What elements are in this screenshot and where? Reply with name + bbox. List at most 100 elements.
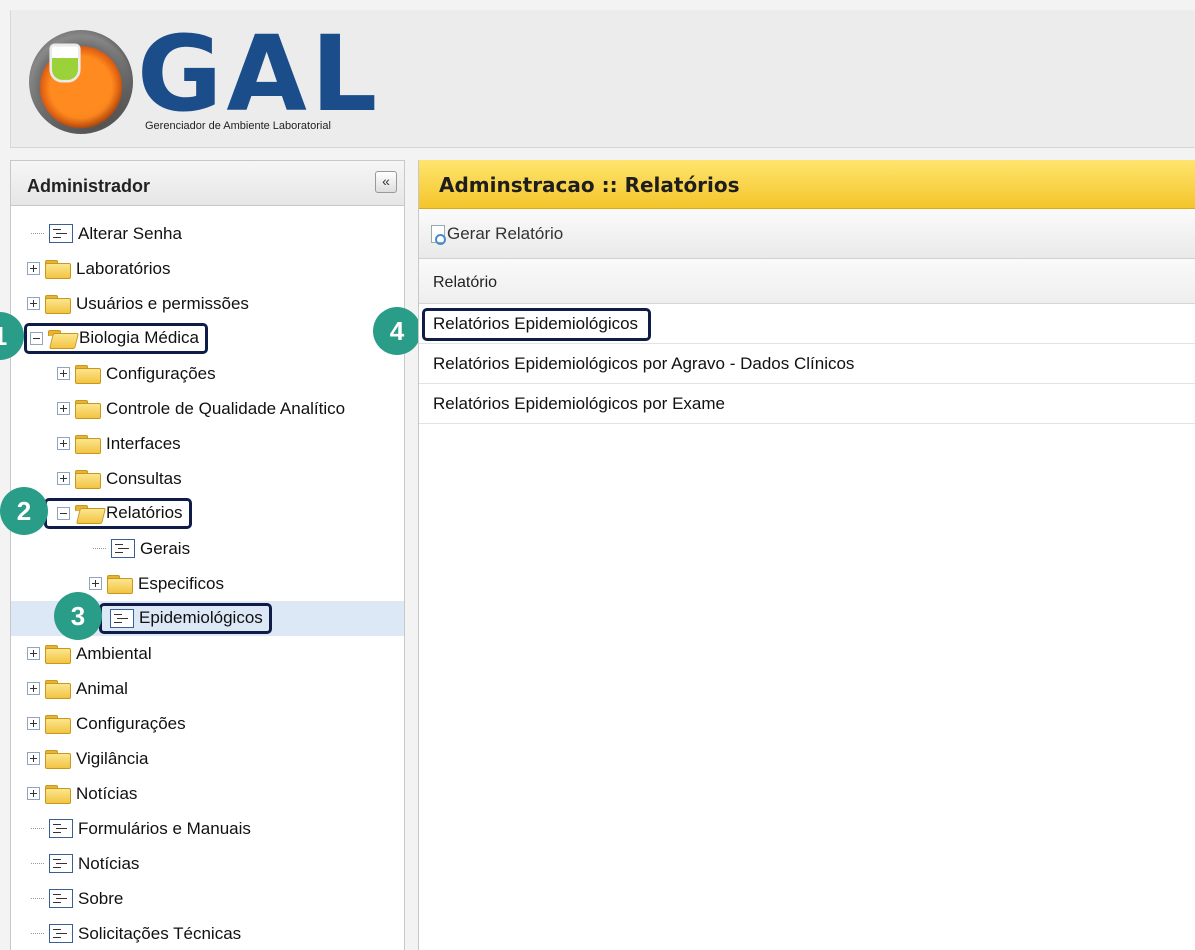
sidebar-title: Administrador [27,176,151,196]
tree-item-label: Especificos [138,573,224,593]
folder-icon [75,399,101,419]
tree-connector [31,828,44,829]
tree-item-label: Vigilância [76,748,149,768]
table-cell: Relatórios Epidemiológicos por Exame [433,394,725,413]
folder-icon [75,434,101,454]
tree-item-label: Controle de Qualidade Analítico [106,398,346,418]
gerar-relatorio-label: Gerar Relatório [447,224,564,243]
tree-item-label: Solicitações Técnicas [78,923,242,943]
expand-icon[interactable] [57,402,70,415]
sidebar-header: Administrador « [11,161,404,206]
folder-icon [45,784,71,804]
highlight-box: Biologia Médica [24,323,209,354]
tree-item-label: Gerais [140,538,191,558]
expand-icon[interactable] [57,367,70,380]
collapse-sidebar-button[interactable]: « [375,171,397,193]
step-badge-3: 3 [54,592,102,640]
logo-text: GAL [137,13,382,135]
tree-item-label: Ambiental [76,643,152,663]
table-row[interactable]: Relatórios Epidemiológicos por Agravo - … [419,344,1195,384]
logo-subtitle: Gerenciador de Ambiente Laboratorial [145,120,331,132]
tree-item-consultas[interactable]: Consultas [11,461,404,496]
tree-item-label: Interfaces [106,433,181,453]
expand-icon[interactable] [57,472,70,485]
folder-open-icon [48,329,74,348]
step-badge-4: 4 [373,307,421,355]
table-row[interactable]: Relatórios Epidemiológicos por Exame [419,384,1195,424]
collapse-icon[interactable] [57,506,70,520]
tree-item-ambiental[interactable]: Ambiental [11,636,404,671]
toolbar: Gerar Relatório [419,209,1195,259]
tree-item-sobre[interactable]: Sobre [11,881,404,916]
folder-open-icon [75,504,101,523]
folder-icon [75,364,101,384]
expand-icon[interactable] [89,577,102,590]
navigation-tree: Alterar Senha Laboratórios Usuários e pe… [11,216,404,950]
tree-item-laboratorios[interactable]: Laboratórios [11,251,404,286]
tree-item-controle-qualidade[interactable]: Controle de Qualidade Analítico [11,391,404,426]
expand-icon[interactable] [27,262,40,275]
folder-icon [45,714,71,734]
tree-item-gerais[interactable]: Gerais [11,531,404,566]
folder-icon [45,749,71,769]
table-row[interactable]: Relatórios Epidemiológicos [419,304,1195,344]
tree-item-label: Alterar Senha [78,223,182,243]
expand-icon[interactable] [27,647,40,660]
expand-icon[interactable] [27,297,40,310]
expand-icon[interactable] [27,752,40,765]
tree-item-usuarios[interactable]: Usuários e permissões [11,286,404,321]
app-header: GAL Gerenciador de Ambiente Laboratorial [10,10,1195,148]
tree-connector [31,863,44,864]
tree-item-label: Epidemiológicos [139,608,263,627]
tree-item-configuracoes[interactable]: Configurações [11,706,404,741]
page-icon [110,608,134,628]
tree-item-label: Usuários e permissões [76,293,249,313]
tree-item-label: Animal [76,678,128,698]
tree-item-relatorios[interactable]: Relatórios [11,496,404,531]
collapse-icon[interactable] [30,331,43,345]
expand-icon[interactable] [57,437,70,450]
main-header: Adminstracao :: Relatórios [419,160,1195,209]
sidebar: Administrador « Alterar Senha Laboratóri… [10,160,405,950]
main-panel: Adminstracao :: Relatórios Gerar Relatór… [418,160,1195,950]
tree-connector [31,233,44,234]
table-cell: Relatórios Epidemiológicos por Agravo - … [433,354,855,373]
tree-item-animal[interactable]: Animal [11,671,404,706]
tree-item-vigilancia[interactable]: Vigilância [11,741,404,776]
tree-item-solicitacoes[interactable]: Solicitações Técnicas [11,916,404,950]
tree-connector [31,898,44,899]
page-icon [49,889,73,908]
step-badge-2: 2 [0,487,48,535]
tree-item-label: Formulários e Manuais [78,818,251,838]
grid-column-header[interactable]: Relatório [419,259,1195,304]
tree-item-configuracoes-bio[interactable]: Configurações [11,356,404,391]
folder-icon [75,469,101,489]
tree-item-formularios[interactable]: Formulários e Manuais [11,811,404,846]
tree-item-noticias[interactable]: Notícias [11,846,404,881]
folder-icon [45,259,71,279]
tree-item-label: Notícias [76,783,138,803]
highlight-box: Relatórios [44,498,192,529]
tree-item-alterar-senha[interactable]: Alterar Senha [11,216,404,251]
page-icon [49,924,73,943]
page-icon [49,819,73,838]
folder-icon [107,574,133,594]
tree-connector [31,933,44,934]
tree-item-label: Biologia Médica [79,328,200,347]
gal-logo-icon [29,30,133,134]
expand-icon[interactable] [27,787,40,800]
report-search-icon [431,225,446,245]
page-icon [49,854,73,873]
page-title: Adminstracao :: Relatórios [439,173,740,197]
tree-item-label: Laboratórios [76,258,171,278]
tree-item-label: Configurações [106,363,216,383]
tree-item-noticias-folder[interactable]: Notícias [11,776,404,811]
expand-icon[interactable] [27,717,40,730]
tree-connector [93,548,106,549]
tree-item-biologia-medica[interactable]: Biologia Médica [11,321,404,356]
tree-item-label: Configurações [76,713,186,733]
flask-icon [49,43,81,83]
gerar-relatorio-button[interactable]: Gerar Relatório [431,224,564,245]
tree-item-interfaces[interactable]: Interfaces [11,426,404,461]
expand-icon[interactable] [27,682,40,695]
